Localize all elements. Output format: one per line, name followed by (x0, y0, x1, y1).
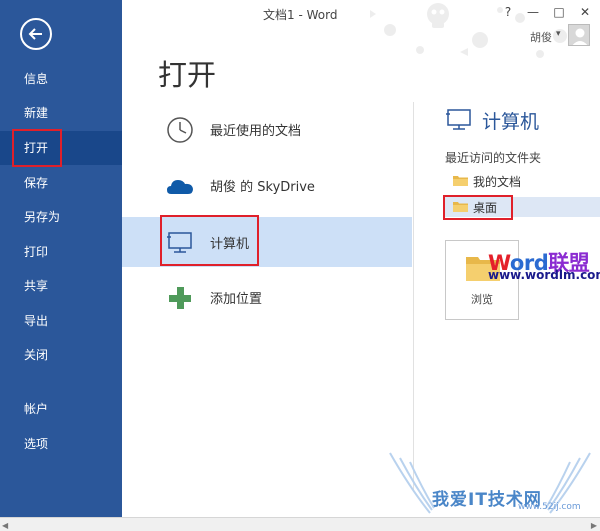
sidebar-item-print[interactable]: 打印 (0, 235, 122, 269)
folder-icon (453, 176, 468, 186)
folder-my-documents[interactable]: 我的文档 (445, 171, 600, 191)
sidebar-item-export[interactable]: 导出 (0, 304, 122, 338)
plus-icon (169, 287, 191, 309)
sidebar-item-info[interactable]: 信息 (0, 62, 122, 96)
pane-divider (413, 102, 414, 492)
maximize-button[interactable]: □ (549, 4, 569, 20)
user-name[interactable]: 胡俊 (530, 29, 552, 45)
right-pane-title: 计算机 (482, 111, 540, 133)
location-label: 添加位置 (210, 292, 263, 307)
sidebar-item-new[interactable]: 新建 (0, 96, 122, 130)
sidebar-item-save[interactable]: 保存 (0, 166, 122, 200)
help-button[interactable]: ? (498, 4, 518, 20)
cloud-icon (167, 180, 193, 194)
close-button[interactable]: ✕ (575, 4, 595, 20)
annotation-highlight-open (12, 129, 62, 167)
sidebar-item-close[interactable]: 关闭 (0, 338, 122, 372)
watermark-52ij-url: www.52ij.com (518, 502, 581, 512)
scroll-right-arrow-icon[interactable]: ▶ (591, 521, 597, 530)
user-dropdown-caret-icon[interactable]: ▾ (556, 29, 561, 39)
back-arrow-icon (28, 28, 42, 40)
horizontal-scrollbar[interactable]: ◀ ▶ (0, 517, 600, 531)
avatar[interactable] (568, 24, 590, 46)
sidebar-item-account[interactable]: 帐户 (0, 392, 122, 426)
sidebar-item-save-as[interactable]: 另存为 (0, 200, 122, 234)
window-title: 文档1 - Word (263, 8, 338, 22)
recent-folders-heading: 最近访问的文件夹 (445, 151, 542, 165)
annotation-highlight-desktop (443, 195, 513, 220)
page-title: 打开 (158, 58, 217, 92)
location-recent-documents[interactable]: 最近使用的文档 (122, 104, 412, 154)
sidebar-item-share[interactable]: 共享 (0, 269, 122, 303)
annotation-highlight-computer (160, 215, 259, 266)
user-silhouette-icon (572, 28, 588, 45)
folder-label: 我的文档 (473, 175, 522, 189)
clock-icon (167, 117, 193, 143)
back-button[interactable] (20, 18, 52, 50)
browse-label: 浏览 (471, 293, 493, 306)
location-label: 胡俊 的 SkyDrive (210, 180, 315, 195)
backstage-sidebar: 信息 新建 打开 保存 另存为 打印 共享 导出 关闭 帐户 选项 (0, 0, 122, 517)
sidebar-item-options[interactable]: 选项 (0, 427, 122, 461)
location-label: 最近使用的文档 (210, 124, 302, 139)
scroll-left-arrow-icon[interactable]: ◀ (2, 521, 8, 530)
watermark-wordlm-url: www.wordlm.com (488, 268, 600, 282)
computer-icon (446, 109, 471, 130)
location-add-place[interactable]: 添加位置 (122, 272, 412, 322)
minimize-button[interactable]: — (523, 4, 543, 20)
location-skydrive[interactable]: 胡俊 的 SkyDrive (122, 160, 412, 210)
